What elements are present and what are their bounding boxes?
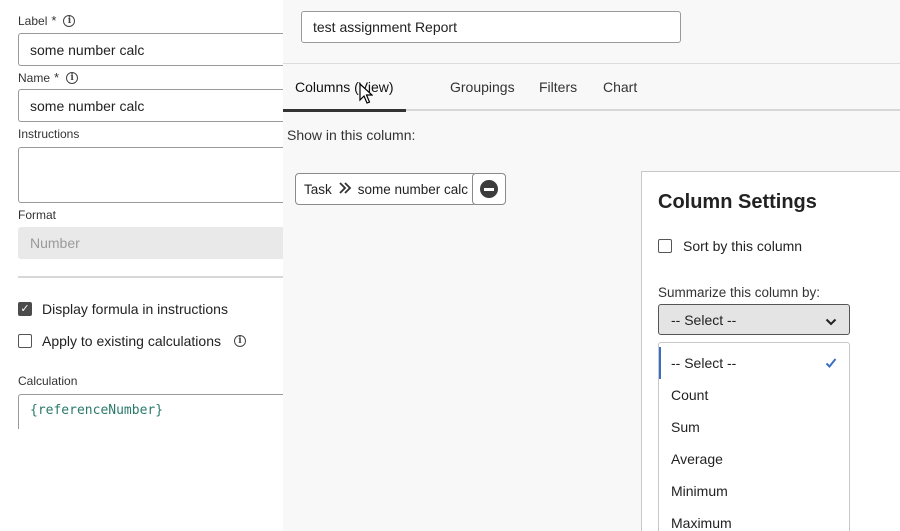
dropdown-option[interactable]: Count	[659, 379, 849, 411]
calculation-label-text: Calculation	[18, 374, 78, 388]
calculation-editor[interactable]: {referenceNumber}	[18, 394, 283, 429]
chevron-down-icon	[825, 314, 837, 330]
option-label: Minimum	[671, 483, 728, 499]
tab-chart[interactable]: Chart	[603, 79, 637, 95]
name-field-label: Name * i	[18, 70, 79, 85]
report-builder: test assignment Report Columns (View) Gr…	[283, 0, 900, 531]
display-formula-label: Display formula in instructions	[42, 301, 228, 317]
double-chevron-icon	[338, 181, 352, 197]
dropdown-option[interactable]: Minimum	[659, 475, 849, 507]
active-tab-indicator	[283, 109, 406, 112]
show-in-column-label: Show in this column:	[287, 127, 416, 143]
apply-existing-label: Apply to existing calculations	[42, 333, 221, 349]
sort-label: Sort by this column	[683, 238, 803, 254]
tab-columns-view[interactable]: Columns (View)	[295, 79, 394, 95]
info-icon[interactable]: i	[63, 14, 76, 27]
format-label-text: Format	[18, 208, 57, 222]
calculation-code: {referenceNumber}	[30, 403, 164, 418]
report-name-input[interactable]: test assignment Report	[301, 11, 681, 43]
option-label: Sum	[671, 419, 700, 435]
instructions-label-text: Instructions	[18, 127, 80, 141]
format-select: Number	[18, 227, 283, 259]
info-icon[interactable]: i	[234, 335, 246, 347]
display-formula-checkbox-row[interactable]: ✓ Display formula in instructions	[18, 301, 228, 317]
dropdown-option[interactable]: Sum	[659, 411, 849, 443]
report-name-value: test assignment Report	[313, 19, 457, 35]
checkbox-checked-icon[interactable]: ✓	[18, 302, 32, 316]
instructions-label: Instructions	[18, 127, 79, 141]
field-settings-panel: Label * i some number calc Name * i some…	[0, 0, 283, 531]
option-label: Count	[671, 387, 709, 403]
summarize-select-value: -- Select --	[671, 311, 737, 328]
tab-groupings[interactable]: Groupings	[450, 79, 515, 95]
option-label: -- Select --	[671, 355, 737, 371]
label-input-value: some number calc	[30, 41, 145, 58]
column-settings-panel: Column Settings Sort by this column Summ…	[641, 171, 900, 531]
summarize-select[interactable]: -- Select --	[658, 304, 850, 335]
label-input[interactable]: some number calc	[18, 33, 283, 66]
divider	[18, 276, 283, 278]
mouse-cursor-icon	[359, 83, 373, 104]
column-settings-title: Column Settings	[658, 191, 817, 213]
dropdown-option[interactable]: Maximum	[659, 507, 849, 531]
summarize-label: Summarize this column by:	[658, 285, 821, 300]
summarize-dropdown-menu: -- Select -- Count Sum Average Minimum M…	[658, 342, 850, 531]
dropdown-option[interactable]: -- Select --	[659, 347, 849, 379]
remove-column-button[interactable]	[472, 173, 506, 205]
tab-filters[interactable]: Filters	[539, 79, 577, 95]
apply-existing-checkbox-row[interactable]: Apply to existing calculations i	[18, 333, 246, 349]
remove-icon	[480, 180, 498, 198]
name-input[interactable]: some number calc	[18, 89, 283, 122]
name-input-value: some number calc	[30, 97, 145, 114]
name-field-label-text: Name	[18, 70, 51, 85]
label-field-label: Label * i	[18, 13, 76, 28]
format-label: Format	[18, 208, 56, 222]
chip-object: Task	[304, 181, 332, 197]
required-mark: *	[54, 70, 60, 85]
info-icon[interactable]: i	[66, 71, 79, 84]
dropdown-option[interactable]: Average	[659, 443, 849, 475]
checkmark-icon	[825, 356, 837, 372]
checkbox-icon[interactable]	[658, 239, 672, 253]
option-label: Maximum	[671, 515, 732, 531]
label-field-label-text: Label	[18, 13, 48, 28]
chip-field: some number calc	[357, 181, 469, 197]
option-label: Average	[671, 451, 723, 467]
column-field-chip[interactable]: Task some number calc	[295, 173, 478, 205]
checkbox-icon[interactable]	[18, 334, 32, 348]
calculation-label: Calculation	[18, 374, 77, 388]
sort-checkbox-row[interactable]: Sort by this column	[658, 238, 802, 254]
format-placeholder: Number	[30, 235, 80, 251]
required-mark: *	[51, 13, 57, 28]
instructions-textarea[interactable]	[18, 147, 283, 203]
report-tabs: Columns (View) Groupings Filters Chart	[283, 64, 900, 111]
